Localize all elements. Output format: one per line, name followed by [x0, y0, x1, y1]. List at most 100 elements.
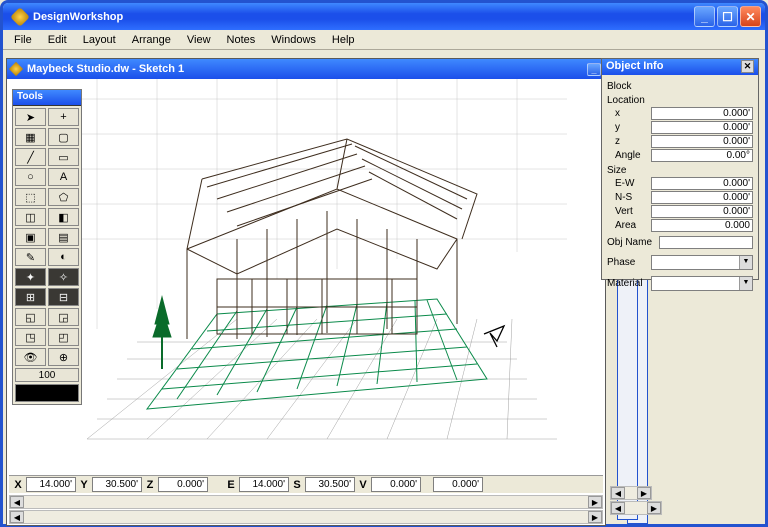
ew-field[interactable]: 0.000' — [651, 177, 753, 190]
menu-notes[interactable]: Notes — [220, 32, 263, 48]
block-heading: Block — [607, 81, 753, 92]
object-info-close-button[interactable]: ✕ — [741, 60, 754, 73]
tool-poly[interactable]: ⬠ — [48, 188, 79, 206]
stacked-scroll-2[interactable]: ◀▶ — [610, 501, 662, 515]
scrollbar-1[interactable]: ◀▶ — [9, 495, 603, 509]
status-y-label: Y — [77, 479, 91, 491]
tool-blank[interactable]: ▢ — [48, 128, 79, 146]
tool-rect[interactable]: ▭ — [48, 148, 79, 166]
tool-iso3[interactable]: ◳ — [15, 328, 46, 346]
status-z-value[interactable]: 0.000' — [158, 477, 208, 492]
area-label: Area — [607, 220, 651, 231]
tool-extrude[interactable]: ◫ — [15, 208, 46, 226]
menu-arrange[interactable]: Arrange — [125, 32, 178, 48]
tool-view2[interactable]: ✧ — [48, 268, 79, 286]
tool-target[interactable]: ⊕ — [48, 348, 79, 366]
z-label: z — [607, 136, 651, 147]
menu-windows[interactable]: Windows — [264, 32, 323, 48]
maximize-button[interactable]: ☐ — [717, 6, 738, 27]
tool-eraser[interactable]: ◧ — [48, 208, 79, 226]
tool-texture[interactable]: ▦ — [15, 128, 46, 146]
tool-eye[interactable]: 👁 — [15, 348, 46, 366]
tool-paint[interactable]: ◐ — [48, 248, 79, 266]
scrollbar-2[interactable]: ◀▶ — [9, 510, 603, 524]
stacked-scroll-1[interactable]: ◀▶ — [610, 486, 652, 500]
phase-combo[interactable]: ▼ — [651, 255, 753, 270]
tool-color-swatch[interactable] — [15, 384, 79, 402]
titlebar[interactable]: DesignWorkshop _ ☐ ✕ — [3, 3, 765, 30]
wireframe-scene — [7, 79, 605, 475]
status-v-value[interactable]: 0.000' — [371, 477, 421, 492]
z-field[interactable]: 0.000' — [651, 135, 753, 148]
scroll-right-icon[interactable]: ▶ — [588, 496, 602, 508]
document-window: Maybeck Studio.dw - Sketch 1 _ — [6, 58, 606, 526]
chevron-down-icon: ▼ — [739, 256, 752, 269]
tool-view1[interactable]: ✦ — [15, 268, 46, 286]
object-info-titlebar[interactable]: Object Info ✕ — [602, 59, 758, 75]
material-combo[interactable]: ▼ — [651, 276, 753, 291]
document-minimize-button[interactable]: _ — [587, 63, 601, 76]
angle-label: Angle — [607, 150, 651, 161]
menu-help[interactable]: Help — [325, 32, 362, 48]
status-s-label: S — [290, 479, 304, 491]
tool-view3[interactable]: ⊞ — [15, 288, 46, 306]
status-v-label: V — [356, 479, 370, 491]
x-field[interactable]: 0.000' — [651, 107, 753, 120]
menu-edit[interactable]: Edit — [41, 32, 74, 48]
status-s-value[interactable]: 30.500' — [305, 477, 355, 492]
tool-view4[interactable]: ⊟ — [48, 288, 79, 306]
material-label: Material — [607, 278, 651, 289]
y-field[interactable]: 0.000' — [651, 121, 753, 134]
menu-view[interactable]: View — [180, 32, 218, 48]
tool-eyedropper[interactable]: ✎ — [15, 248, 46, 266]
menu-file[interactable]: File — [7, 32, 39, 48]
tool-iso2[interactable]: ◲ — [48, 308, 79, 326]
menu-layout[interactable]: Layout — [76, 32, 123, 48]
document-icon — [9, 62, 23, 76]
tool-library1[interactable]: ▣ — [15, 228, 46, 246]
object-info-panel[interactable]: Object Info ✕ Block Location x0.000' y0.… — [601, 58, 759, 280]
tools-title: Tools — [13, 90, 81, 106]
tool-line[interactable]: ╱ — [15, 148, 46, 166]
tool-box[interactable]: ⬚ — [15, 188, 46, 206]
status-e-label: E — [224, 479, 238, 491]
ew-label: E-W — [607, 178, 651, 189]
y-label: y — [607, 122, 651, 133]
ns-field[interactable]: 0.000' — [651, 191, 753, 204]
size-heading: Size — [607, 165, 753, 176]
app-title: DesignWorkshop — [33, 11, 694, 23]
status-y-value[interactable]: 30.500' — [92, 477, 142, 492]
scroll-left-icon[interactable]: ◀ — [10, 496, 24, 508]
document-titlebar[interactable]: Maybeck Studio.dw - Sketch 1 _ — [7, 59, 605, 79]
menubar: File Edit Layout Arrange View Notes Wind… — [3, 30, 765, 50]
object-info-title: Object Info — [606, 60, 741, 74]
viewport-3d[interactable] — [7, 79, 605, 475]
app-window: DesignWorkshop _ ☐ ✕ File Edit Layout Ar… — [0, 0, 768, 527]
area-field[interactable]: 0.000 — [651, 219, 753, 232]
tools-panel[interactable]: Tools ➤ + ▦ ▢ ╱ ▭ ○ A ⬚ ⬠ ◫ ◧ ▣ ▤ ✎ — [12, 89, 82, 405]
angle-field[interactable]: 0.00° — [651, 149, 753, 162]
tool-pointer[interactable]: ➤ — [15, 108, 46, 126]
tool-library2[interactable]: ▤ — [48, 228, 79, 246]
scroll-right-icon[interactable]: ▶ — [588, 511, 602, 523]
minimize-button[interactable]: _ — [694, 6, 715, 27]
status-e-value[interactable]: 14.000' — [239, 477, 289, 492]
objname-field[interactable] — [659, 236, 753, 249]
tool-iso1[interactable]: ◱ — [15, 308, 46, 326]
close-button[interactable]: ✕ — [740, 6, 761, 27]
phase-label: Phase — [607, 257, 651, 268]
chevron-down-icon: ▼ — [739, 277, 752, 290]
vert-field[interactable]: 0.000' — [651, 205, 753, 218]
tool-crosshair[interactable]: + — [48, 108, 79, 126]
status-x-label: X — [11, 479, 25, 491]
tool-zoom-value[interactable]: 100 — [15, 368, 79, 382]
document-title: Maybeck Studio.dw - Sketch 1 — [27, 63, 587, 75]
tool-iso4[interactable]: ◰ — [48, 328, 79, 346]
scroll-left-icon[interactable]: ◀ — [10, 511, 24, 523]
tool-text[interactable]: A — [48, 168, 79, 186]
x-label: x — [607, 108, 651, 119]
status-bar: X 14.000' Y 30.500' Z 0.000' E 14.000' S… — [9, 475, 603, 493]
tool-circle[interactable]: ○ — [15, 168, 46, 186]
status-extra-value[interactable]: 0.000' — [433, 477, 483, 492]
status-x-value[interactable]: 14.000' — [26, 477, 76, 492]
